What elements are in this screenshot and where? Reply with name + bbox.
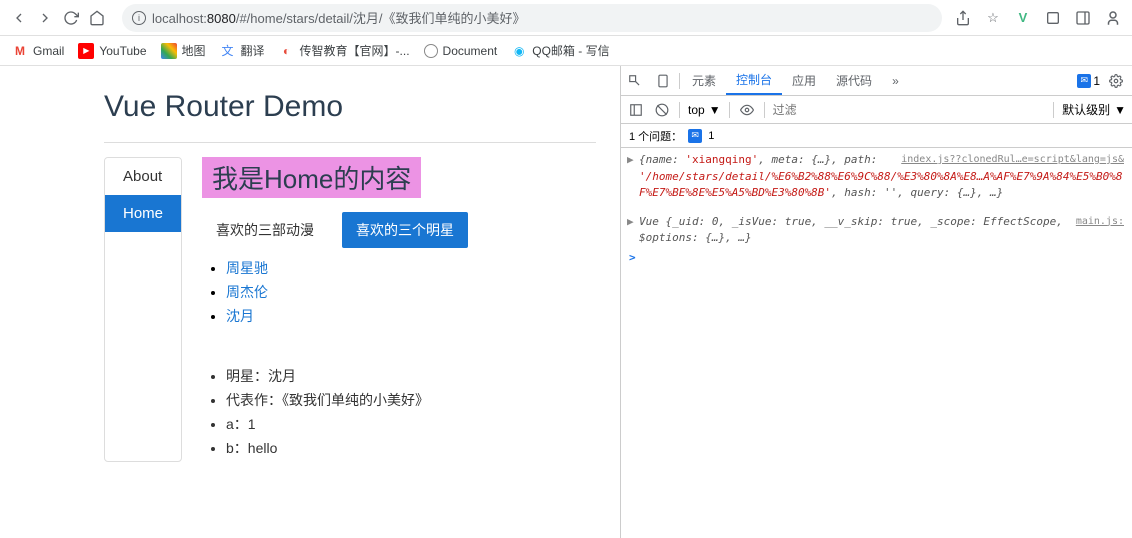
youtube-icon: ▶ — [78, 43, 94, 59]
list-item: a：1 — [226, 414, 596, 434]
tab-anime[interactable]: 喜欢的三部动漫 — [202, 212, 328, 248]
maps-icon — [161, 43, 177, 59]
forward-icon[interactable] — [36, 9, 54, 27]
translate-icon: 文 — [220, 43, 236, 59]
eye-icon[interactable] — [738, 101, 756, 119]
panel-icon[interactable] — [1074, 9, 1092, 27]
expand-arrow-icon[interactable]: ▶ — [627, 214, 634, 231]
tab-stars[interactable]: 喜欢的三个明星 — [342, 212, 468, 248]
vue-devtools-icon[interactable]: V — [1014, 9, 1032, 27]
log-entry[interactable]: main.js: ▶ Vue {_uid: 0, _isVue: true, _… — [621, 212, 1132, 249]
content-panel: 我是Home的内容 喜欢的三部动漫 喜欢的三个明星 周星驰 周杰伦 沈月 明星：… — [202, 157, 596, 462]
console-toolbar: top ▼ 默认级别 ▼ — [621, 96, 1132, 124]
issues-bar[interactable]: 1 个问题： ✉ 1 — [621, 124, 1132, 148]
issues-count: 1 — [708, 130, 714, 142]
message-icon: ✉ — [1077, 74, 1091, 88]
sidebar-item-home[interactable]: Home — [105, 195, 181, 232]
context-select[interactable]: top ▼ — [688, 103, 721, 117]
star-list: 周星驰 周杰伦 沈月 — [226, 258, 596, 326]
bookmark-translate[interactable]: 文翻译 — [220, 42, 265, 59]
sidebar-toggle-icon[interactable] — [627, 101, 645, 119]
divider — [764, 102, 765, 118]
divider — [679, 73, 680, 89]
error-badge[interactable]: ✉1 — [1077, 74, 1100, 88]
list-item: b：hello — [226, 438, 596, 458]
bookmark-youtube[interactable]: ▶YouTube — [78, 43, 146, 59]
qqmail-icon: ◉ — [511, 43, 527, 59]
info-icon[interactable]: i — [132, 11, 146, 25]
profile-icon[interactable] — [1104, 9, 1122, 27]
filter-input[interactable] — [773, 103, 1046, 117]
content-heading: 我是Home的内容 — [202, 157, 421, 198]
log-entry[interactable]: index.js??clonedRul…e=script&lang=js& ▶ … — [621, 150, 1132, 204]
url-text: localhost:8080/#/home/stars/detail/沈月/《致… — [152, 8, 526, 27]
tab-more[interactable]: » — [882, 66, 909, 95]
message-icon: ✉ — [688, 129, 702, 143]
log-source[interactable]: main.js: — [1076, 214, 1124, 229]
bookmark-gmail[interactable]: MGmail — [12, 43, 64, 59]
tab-elements[interactable]: 元素 — [682, 66, 726, 95]
tab-application[interactable]: 应用 — [782, 66, 826, 95]
reload-icon[interactable] — [62, 9, 80, 27]
gear-icon[interactable] — [1108, 73, 1124, 89]
back-icon[interactable] — [10, 9, 28, 27]
gmail-icon: M — [12, 43, 28, 59]
list-item: 周杰伦 — [226, 282, 596, 302]
divider — [1053, 102, 1054, 118]
bookmark-document[interactable]: Document — [424, 44, 498, 58]
tab-console[interactable]: 控制台 — [726, 66, 782, 95]
detail-list: 明星：沈月 代表作：《致我们单纯的小美好》 a：1 b：hello — [226, 366, 596, 458]
console-output: index.js??clonedRul…e=script&lang=js& ▶ … — [621, 148, 1132, 538]
star-link[interactable]: 沈月 — [226, 308, 254, 324]
console-prompt[interactable]: > — [621, 249, 1132, 266]
divider — [104, 142, 596, 143]
divider — [729, 102, 730, 118]
bookmarks-bar: MGmail ▶YouTube 地图 文翻译 ◐传智教育【官网】-... Doc… — [0, 36, 1132, 66]
log-source[interactable]: index.js??clonedRul…e=script&lang=js& — [901, 152, 1124, 167]
list-item: 明星：沈月 — [226, 366, 596, 386]
sidebar-item-about[interactable]: About — [105, 158, 181, 195]
divider — [679, 102, 680, 118]
document-icon — [424, 44, 438, 58]
list-item: 沈月 — [226, 306, 596, 326]
content-tabs: 喜欢的三部动漫 喜欢的三个明星 — [202, 212, 596, 248]
inspect-icon[interactable] — [621, 66, 649, 95]
address-bar[interactable]: i localhost:8080/#/home/stars/detail/沈月/… — [122, 4, 942, 32]
devtools-panel: 元素 控制台 应用 源代码 » ✉1 top ▼ 默认级别 ▼ 1 个问题： ✉ — [620, 66, 1132, 538]
home-icon[interactable] — [88, 9, 106, 27]
device-icon[interactable] — [649, 66, 677, 95]
star-link[interactable]: 周星驰 — [226, 260, 268, 276]
issues-label: 1 个问题： — [629, 128, 682, 144]
sidebar: About Home — [104, 157, 182, 462]
list-item: 代表作：《致我们单纯的小美好》 — [226, 390, 596, 410]
bookmark-qqmail[interactable]: ◉QQ邮箱 - 写信 — [511, 42, 609, 59]
bookmark-maps[interactable]: 地图 — [161, 42, 206, 59]
share-icon[interactable] — [954, 9, 972, 27]
bookmark-chuanzhi[interactable]: ◐传智教育【官网】-... — [279, 42, 410, 59]
extensions-icon[interactable] — [1044, 9, 1062, 27]
browser-toolbar: i localhost:8080/#/home/stars/detail/沈月/… — [0, 0, 1132, 36]
page-title: Vue Router Demo — [104, 90, 596, 124]
expand-arrow-icon[interactable]: ▶ — [627, 152, 634, 169]
star-link[interactable]: 周杰伦 — [226, 284, 268, 300]
levels-select[interactable]: 默认级别 ▼ — [1062, 101, 1126, 118]
clear-icon[interactable] — [653, 101, 671, 119]
page-viewport: Vue Router Demo About Home 我是Home的内容 喜欢的… — [0, 66, 620, 538]
chuanzhi-icon: ◐ — [279, 43, 295, 59]
list-item: 周星驰 — [226, 258, 596, 278]
devtools-tabs: 元素 控制台 应用 源代码 » ✉1 — [621, 66, 1132, 96]
tab-sources[interactable]: 源代码 — [826, 66, 882, 95]
star-icon[interactable]: ☆ — [984, 9, 1002, 27]
